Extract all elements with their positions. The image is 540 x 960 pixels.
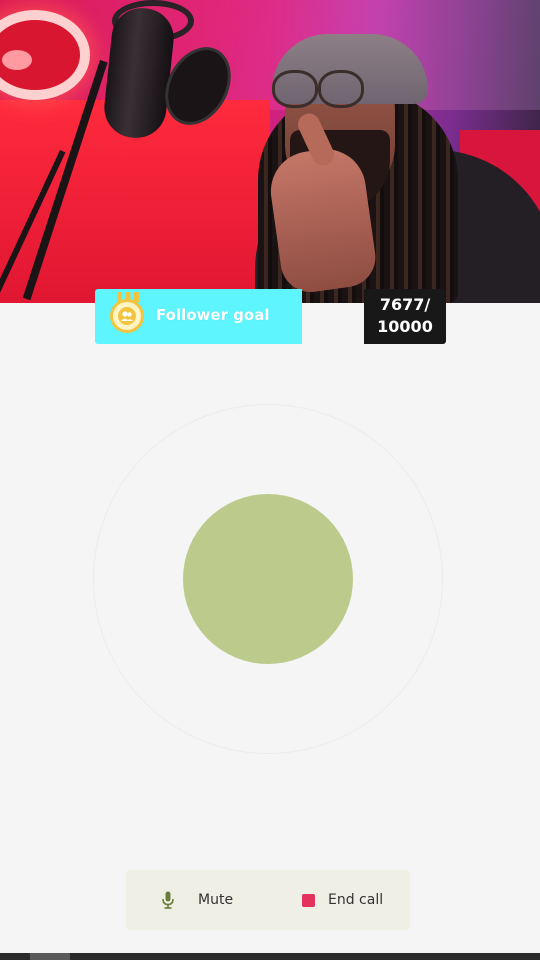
goal-current: 7677/ bbox=[379, 295, 431, 314]
microphone-icon bbox=[162, 891, 174, 909]
follower-goal-widget: Follower goal 7677/ 10000 bbox=[95, 289, 446, 344]
end-call-button[interactable]: End call bbox=[302, 870, 383, 930]
person-glasses bbox=[272, 70, 382, 108]
webcam-feed bbox=[0, 0, 540, 303]
people-icon bbox=[110, 299, 144, 333]
call-controls: Mute End call bbox=[126, 870, 410, 930]
mute-label: Mute bbox=[198, 892, 234, 908]
goal-label: Follower goal bbox=[156, 306, 270, 324]
end-call-label: End call bbox=[328, 892, 384, 908]
goal-count: 7677/ 10000 bbox=[364, 294, 446, 338]
goal-target: 10000 bbox=[377, 317, 433, 336]
mute-button[interactable]: Mute bbox=[162, 870, 233, 930]
voice-orb bbox=[183, 494, 353, 664]
system-nav-bar bbox=[0, 953, 540, 960]
stop-icon bbox=[302, 893, 315, 907]
nav-indicator bbox=[30, 953, 70, 960]
